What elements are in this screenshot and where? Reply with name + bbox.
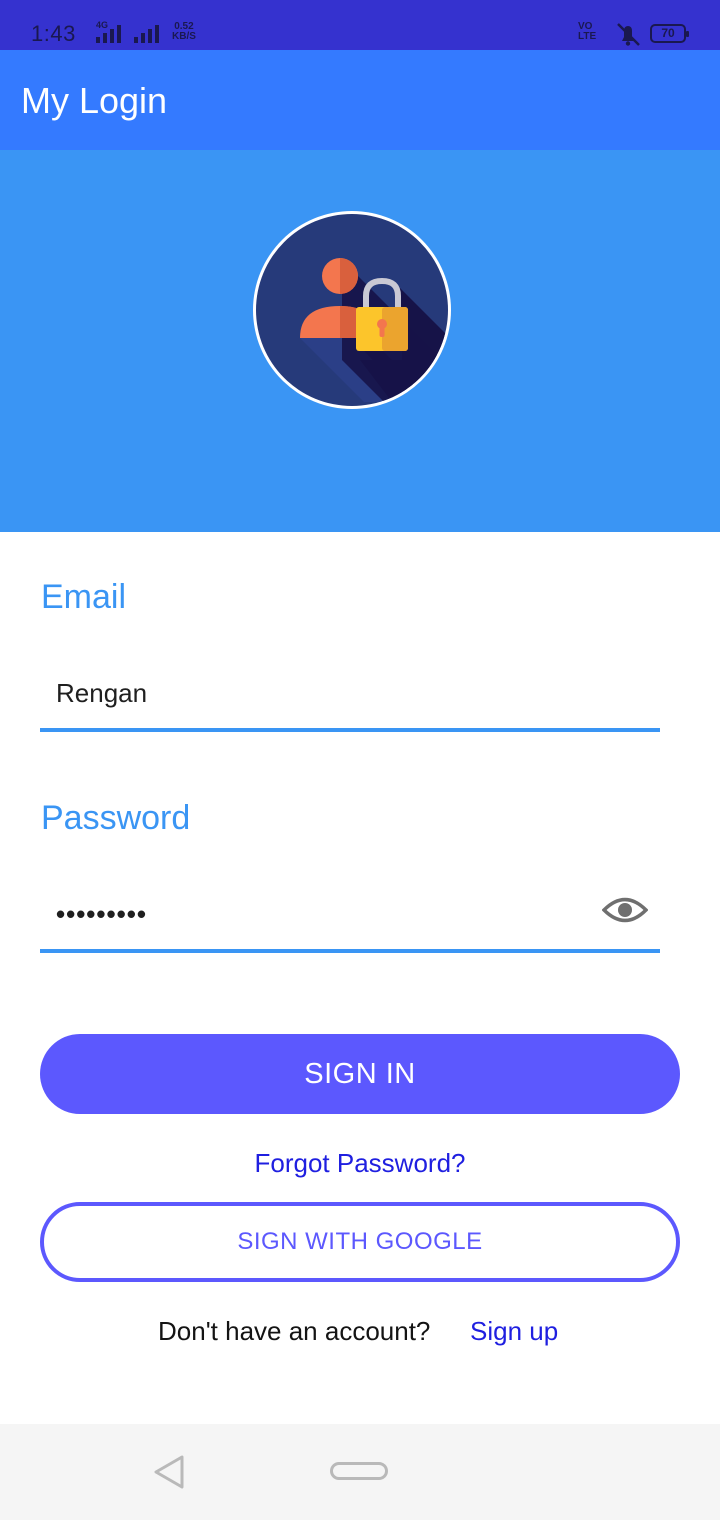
password-field[interactable]	[56, 889, 596, 939]
email-field-container	[40, 660, 660, 732]
back-triangle-icon[interactable]	[152, 1454, 188, 1490]
user-lock-icon	[252, 210, 452, 410]
volte-line2: LTE	[578, 31, 597, 42]
status-bar: 1:43 4G 0.52 KB/S VO LTE 70	[0, 0, 720, 50]
signal-icon	[96, 25, 121, 43]
signup-row: Don't have an account? Sign up	[0, 1316, 720, 1352]
signal-icon-2	[134, 25, 159, 43]
data-speed: 0.52 KB/S	[172, 22, 196, 42]
hero-banner	[0, 150, 720, 532]
mute-bell-icon	[617, 23, 640, 46]
forgot-password-link[interactable]: Forgot Password?	[0, 1148, 720, 1179]
signup-link[interactable]: Sign up	[470, 1316, 558, 1347]
password-label: Password	[41, 799, 191, 837]
data-speed-unit: KB/S	[172, 31, 196, 42]
home-pill-icon[interactable]	[330, 1462, 388, 1480]
eye-icon[interactable]	[602, 895, 648, 925]
app-bar: My Login	[0, 50, 720, 150]
app-title: My Login	[21, 80, 168, 121]
system-nav-bar	[0, 1424, 720, 1520]
sign-in-button[interactable]: SIGN IN	[40, 1034, 680, 1114]
google-sign-in-button[interactable]: SIGN WITH GOOGLE	[40, 1202, 680, 1282]
email-label: Email	[41, 578, 127, 616]
status-time: 1:43	[31, 21, 76, 46]
battery-level: 70	[661, 26, 675, 40]
signup-prompt: Don't have an account?	[158, 1316, 431, 1346]
battery-icon: 70	[650, 24, 689, 43]
email-field[interactable]	[56, 668, 596, 718]
volte-indicator: VO LTE	[578, 22, 596, 42]
password-field-container	[40, 881, 660, 953]
